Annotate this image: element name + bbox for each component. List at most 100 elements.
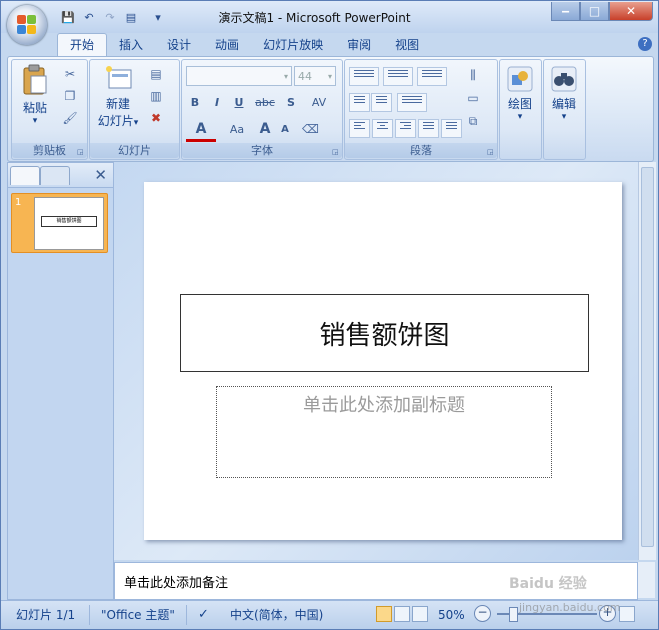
align-left-button[interactable]	[349, 119, 370, 138]
strikethrough-button[interactable]: abc	[252, 93, 278, 112]
slides-group-label: 幻灯片	[90, 143, 179, 158]
language[interactable]: 中文(简体，中国)	[230, 606, 323, 624]
maximize-button[interactable]: □	[580, 2, 609, 21]
slide-subtitle-placeholder[interactable]: 单击此处添加副标题	[216, 386, 552, 478]
scrollbar-thumb[interactable]	[641, 167, 654, 547]
delete-slide-icon[interactable]: ✖	[148, 110, 164, 126]
font-group-label: 字体	[182, 143, 342, 158]
new-slide-dropdown-icon: ▾	[133, 118, 139, 128]
tab-review[interactable]: 审阅	[335, 34, 383, 56]
paste-label: 粘贴	[22, 101, 47, 115]
office-button[interactable]	[7, 5, 47, 45]
paste-button[interactable]: 粘贴 ▾	[18, 64, 52, 126]
format-painter-icon[interactable]: 🖌	[62, 110, 78, 126]
line-spacing-button[interactable]	[417, 67, 447, 86]
slide-count: 幻灯片 1/1	[16, 608, 76, 622]
close-pane-icon[interactable]: ✕	[94, 166, 107, 184]
shadow-button[interactable]: S	[282, 93, 300, 112]
slide-sorter-view-icon[interactable]	[394, 606, 410, 622]
normal-view-icon[interactable]	[376, 606, 392, 622]
powerpoint-window: 💾 ↶ ↷ ▤ ▾ 演示文稿1 - Microsoft PowerPoint ‒…	[0, 0, 659, 630]
paragraph-group: ⫼ ▭ ⧉ 段落 ◲	[344, 59, 498, 160]
columns-button[interactable]	[397, 93, 427, 112]
font-color-button[interactable]: A	[186, 120, 216, 142]
layout-icon[interactable]: ▤	[148, 66, 164, 82]
clipboard-launcher-icon[interactable]: ◲	[77, 148, 85, 156]
zoom-slider-thumb[interactable]	[509, 607, 518, 622]
watermark: Baidu 经验	[509, 576, 587, 592]
notes-placeholder: 单击此处添加备注	[124, 576, 229, 591]
help-icon[interactable]: ?	[638, 37, 652, 51]
char-spacing-button[interactable]: AV	[304, 93, 334, 112]
underline-button[interactable]: U	[230, 93, 248, 112]
status-separator	[186, 605, 187, 625]
tab-home[interactable]: 开始	[57, 33, 108, 56]
fit-to-window-icon[interactable]	[619, 606, 635, 622]
slide-thumbnail[interactable]: 1 销售额饼图	[11, 193, 108, 253]
align-right-button[interactable]	[395, 119, 416, 138]
watermark-url: jingyan.baidu.com	[519, 601, 621, 614]
shrink-font-button[interactable]: A	[276, 120, 294, 139]
increase-indent-button[interactable]	[371, 93, 392, 112]
slide-canvas[interactable]: 销售额饼图 单击此处添加副标题	[144, 182, 622, 540]
clear-formatting-icon[interactable]: ⌫	[302, 121, 319, 137]
smartart-icon[interactable]: ⧉	[465, 113, 481, 129]
paragraph-launcher-icon[interactable]: ◲	[487, 148, 495, 156]
editing-label: 编辑	[551, 97, 576, 111]
slide-thumbnail-number: 1	[15, 197, 22, 208]
clipboard-group: 粘贴 ▾ ✂ ❐ 🖌 剪贴板 ◲	[11, 59, 88, 160]
zoom-level[interactable]: 50%	[438, 606, 465, 624]
bold-button[interactable]: B	[186, 93, 204, 112]
bullets-button[interactable]	[349, 67, 379, 86]
outline-tab-icon[interactable]	[40, 166, 70, 185]
title-bar: 💾 ↶ ↷ ▤ ▾ 演示文稿1 - Microsoft PowerPoint ‒…	[1, 1, 658, 33]
tab-design[interactable]: 设计	[155, 34, 203, 56]
editing-button[interactable]: 编辑 ▾	[547, 66, 581, 122]
paragraph-group-label: 段落	[345, 143, 497, 158]
font-size-select[interactable]: 44 ▾	[294, 66, 336, 86]
new-slide-label-2: 幻灯片	[97, 114, 134, 128]
slideshow-view-icon[interactable]	[412, 606, 428, 622]
slide-thumbnail-title: 销售额饼图	[41, 216, 97, 227]
close-button[interactable]: ✕	[609, 2, 653, 21]
drawing-button[interactable]: 绘图 ▾	[503, 66, 537, 122]
numbering-button[interactable]	[383, 67, 413, 86]
minimize-button[interactable]: ‒	[551, 2, 580, 21]
new-slide-button[interactable]: 新建 幻灯片▾	[94, 64, 142, 129]
slide-editor: 销售额饼图 单击此处添加副标题	[114, 162, 638, 560]
cut-icon[interactable]: ✂	[62, 66, 78, 82]
tab-slideshow[interactable]: 幻灯片放映	[251, 34, 335, 56]
slides-tab-icon[interactable]	[10, 166, 40, 185]
notes-scrollbar[interactable]	[638, 562, 655, 598]
theme-name: "Office 主题"	[101, 608, 175, 622]
ribbon: 粘贴 ▾ ✂ ❐ 🖌 剪贴板 ◲ 新建 幻灯片▾ ▤ ▥ ✖ 幻灯片 ▾ 44 …	[7, 56, 654, 162]
clipboard-group-label: 剪贴板	[12, 143, 87, 158]
zoom-out-icon[interactable]: −	[474, 605, 491, 622]
tab-animations[interactable]: 动画	[203, 34, 251, 56]
slide-title-placeholder[interactable]: 销售额饼图	[180, 294, 589, 372]
vertical-scrollbar[interactable]	[638, 162, 656, 560]
text-direction-icon[interactable]: ⫼	[465, 67, 481, 83]
italic-button[interactable]: I	[208, 93, 226, 112]
drawing-group: 绘图 ▾	[499, 59, 542, 160]
slides-group: 新建 幻灯片▾ ▤ ▥ ✖ 幻灯片	[89, 59, 180, 160]
spell-check-icon[interactable]: ✓	[198, 606, 209, 624]
change-case-button[interactable]: Aa	[222, 120, 252, 139]
align-text-icon[interactable]: ▭	[465, 90, 481, 106]
justify-button[interactable]	[418, 119, 439, 138]
tab-insert[interactable]: 插入	[107, 34, 155, 56]
tab-view[interactable]: 视图	[383, 34, 431, 56]
editing-dropdown-icon: ▾	[561, 112, 567, 122]
editing-group: 编辑 ▾	[543, 59, 586, 160]
status-separator	[89, 605, 90, 625]
decrease-indent-button[interactable]	[349, 93, 370, 112]
align-center-button[interactable]	[372, 119, 393, 138]
font-launcher-icon[interactable]: ◲	[332, 148, 340, 156]
distributed-button[interactable]	[441, 119, 462, 138]
font-name-select[interactable]: ▾	[186, 66, 292, 86]
reset-slide-icon[interactable]: ▥	[148, 88, 164, 104]
binoculars-icon	[551, 66, 577, 92]
grow-font-button[interactable]: A	[256, 120, 274, 139]
new-slide-label: 新建	[105, 97, 130, 111]
copy-icon[interactable]: ❐	[62, 88, 78, 104]
